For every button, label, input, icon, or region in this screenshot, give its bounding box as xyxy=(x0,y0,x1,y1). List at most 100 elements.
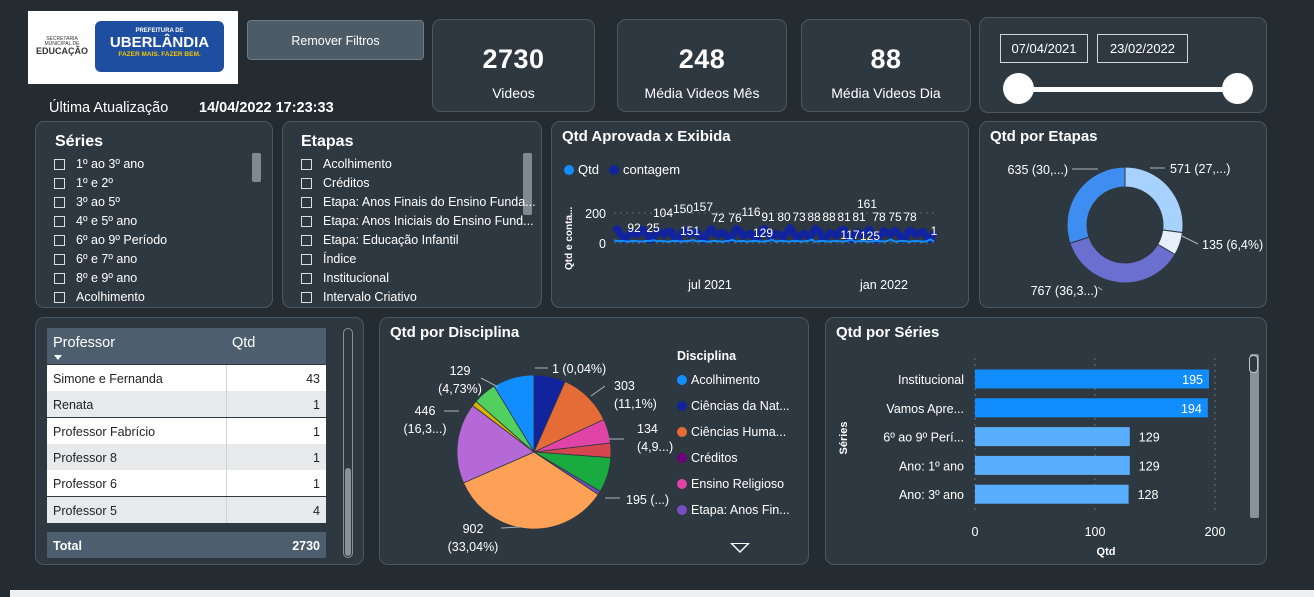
column-header-professor[interactable]: Professor xyxy=(53,335,115,351)
professor-name: Simone e Fernanda xyxy=(53,372,163,386)
checkbox[interactable] xyxy=(301,196,312,208)
start-date-input[interactable]: 07/04/2021 xyxy=(1000,34,1088,63)
checkbox[interactable] xyxy=(54,196,65,208)
etapa-item[interactable]: Acolhimento xyxy=(301,157,392,171)
table-row[interactable]: Professor 5 4 xyxy=(47,496,326,523)
series-item[interactable]: Acolhimento xyxy=(54,290,145,304)
checkbox[interactable] xyxy=(54,177,65,189)
column-header-qtd[interactable]: Qtd xyxy=(232,335,255,351)
contagem-point-label: 76 xyxy=(728,211,742,225)
series-slicer: Séries 1º ao 3º ano 1º e 2º 3º ao 5º 4º e 5… xyxy=(35,121,273,308)
checkbox[interactable] xyxy=(301,234,312,246)
legend-dot xyxy=(677,479,687,489)
category-label: 6º ao 9º Perí... xyxy=(883,431,964,445)
table-row[interactable]: Renata 1 xyxy=(47,391,326,418)
scrollbar-track[interactable] xyxy=(1250,354,1259,518)
column-divider xyxy=(226,443,227,470)
etapa-item[interactable]: Créditos xyxy=(301,176,370,190)
checkbox[interactable] xyxy=(301,291,312,303)
legend-label: Ensino Religioso xyxy=(691,477,785,491)
scrollbar-thumb[interactable] xyxy=(252,153,261,182)
checkbox[interactable] xyxy=(54,234,65,246)
slice-label: 134 xyxy=(637,422,658,436)
org-name: SECRETARIA MUNICIPAL DE EDUCAÇÃO xyxy=(35,36,88,56)
end-date-input[interactable]: 23/02/2022 xyxy=(1097,34,1188,63)
slicer-title: Etapas xyxy=(301,133,354,150)
kpi-value: 88 xyxy=(870,44,902,74)
legend-item[interactable]: Ciências Huma... xyxy=(677,425,786,439)
legend-item[interactable]: Ensino Religioso xyxy=(677,477,784,491)
leader-line xyxy=(590,385,606,397)
column-divider xyxy=(226,417,227,444)
donut-slice[interactable] xyxy=(1066,166,1126,244)
series-item[interactable]: 6º ao 9º Período xyxy=(54,233,167,247)
checkbox[interactable] xyxy=(301,215,312,227)
series-item[interactable]: 1º ao 3º ano xyxy=(54,157,144,171)
table-row[interactable]: Professor 8 1 xyxy=(47,443,326,470)
x-tick-label: 200 xyxy=(1205,525,1226,539)
leader-line xyxy=(1097,286,1103,291)
column-divider xyxy=(226,496,227,523)
contagem-point-label: 161 xyxy=(857,197,877,211)
checkbox[interactable] xyxy=(54,291,65,303)
bar[interactable] xyxy=(975,484,1129,504)
scrollbar-thumb[interactable] xyxy=(1249,355,1258,373)
legend-item[interactable]: Acolhimento xyxy=(677,373,760,387)
table-row[interactable]: Simone e Fernanda 43 xyxy=(47,365,326,391)
slice-label: 571 (27,...) xyxy=(1170,162,1230,176)
legend-item[interactable]: Etapa: Anos Fin... xyxy=(677,503,790,517)
series-item-label: 1º ao 3º ano xyxy=(76,157,145,171)
legend-label: Ciências Huma... xyxy=(691,425,787,439)
series-item-label: Acolhimento xyxy=(76,290,145,304)
scrollbar-thumb[interactable] xyxy=(345,468,351,556)
series-item[interactable]: 1º e 2º xyxy=(54,176,113,190)
slice-label: 1 (0,04%) xyxy=(552,362,606,376)
legend-label: Etapa: Anos Fin... xyxy=(691,503,790,517)
etapa-item[interactable]: Etapa: Anos Finais do Ensino Funda... xyxy=(301,195,536,209)
slider-end-handle[interactable] xyxy=(1222,73,1253,104)
series-item[interactable]: 4º e 5º ano xyxy=(54,214,137,228)
checkbox[interactable] xyxy=(301,158,312,170)
series-item[interactable]: 3º ao 5º xyxy=(54,195,120,209)
etapa-item[interactable]: Índice xyxy=(301,252,356,266)
checkbox[interactable] xyxy=(301,253,312,265)
legend-contagem-dot xyxy=(609,165,619,175)
checkbox[interactable] xyxy=(54,253,65,265)
bar[interactable] xyxy=(975,398,1208,418)
professor-qtd: 1 xyxy=(313,450,320,465)
bar[interactable] xyxy=(975,455,1130,475)
etapa-item[interactable]: Etapa: Anos Iniciais do Ensino Fund... xyxy=(301,214,534,228)
etapa-item-label: Etapa: Educação Infantil xyxy=(323,233,459,247)
table-row[interactable]: Professor Fabrício 1 xyxy=(47,417,326,444)
series-item[interactable]: 8º e 9º ano xyxy=(54,271,137,285)
total-value: 2730 xyxy=(292,539,320,553)
bar[interactable] xyxy=(975,369,1209,389)
bar[interactable] xyxy=(975,427,1130,447)
slice-label: (4,9...) xyxy=(637,440,673,454)
table-row[interactable]: Professor 6 1 xyxy=(47,470,326,497)
checkbox[interactable] xyxy=(54,215,65,227)
checkbox[interactable] xyxy=(301,272,312,284)
legend-item[interactable]: Ciências da Nat... xyxy=(677,399,790,413)
leader-line xyxy=(480,377,499,388)
checkbox[interactable] xyxy=(54,272,65,284)
donut-slice[interactable] xyxy=(1124,166,1184,234)
y-tick-0: 0 xyxy=(599,237,606,251)
legend-label: Ciências da Nat... xyxy=(691,399,790,413)
series-item-label: 4º e 5º ano xyxy=(76,214,138,228)
slice-label: 767 (36,3...) xyxy=(1031,284,1098,298)
legend-item[interactable]: Créditos xyxy=(677,451,738,465)
checkbox[interactable] xyxy=(301,177,312,189)
etapa-item[interactable]: Intervalo Criativo xyxy=(301,290,417,304)
slider-track xyxy=(1018,87,1239,92)
etapas-donut: 571 (27,...) 135 (6,4%) 767 (36,3...) 635 (… xyxy=(1008,162,1264,298)
checkbox[interactable] xyxy=(54,158,65,170)
last-update-value: 14/04/2022 17:23:33 xyxy=(199,100,334,116)
remove-filters-button[interactable]: Remover Filtros xyxy=(247,20,424,60)
series-item[interactable]: 6º e 7º ano xyxy=(54,252,137,266)
legend-dot xyxy=(677,505,687,515)
slider-start-handle[interactable] xyxy=(1003,73,1034,104)
etapa-item[interactable]: Institucional xyxy=(301,271,389,285)
slice-label: (4,73%) xyxy=(438,382,482,396)
etapa-item[interactable]: Etapa: Educação Infantil xyxy=(301,233,459,247)
